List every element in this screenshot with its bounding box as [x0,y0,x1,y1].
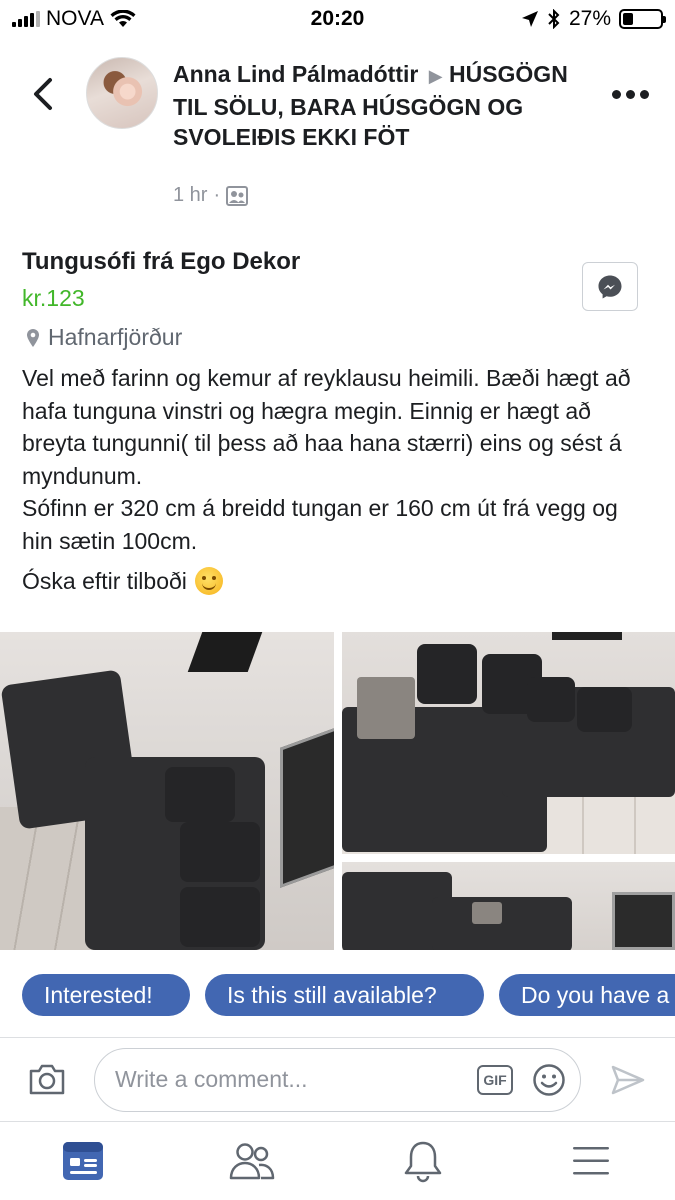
description-paragraph: Vel með farinn og kemur af reyklausu hei… [22,365,631,489]
more-dots-icon[interactable] [612,90,649,99]
bell-icon [404,1141,442,1183]
tab-news-feed[interactable] [60,1138,106,1184]
quick-reply-available[interactable]: Is this still available? [205,974,484,1016]
camera-icon[interactable] [28,1062,66,1096]
battery-percent: 27% [568,7,611,30]
tab-notifications[interactable] [400,1138,446,1184]
closing-line: Óska eftir tilboði [22,565,652,598]
friends-icon [229,1143,275,1180]
listing-photo[interactable] [0,632,334,950]
description-paragraph: Sófinn er 320 cm á breidd tungan er 160 … [22,495,618,554]
news-feed-icon [63,1142,103,1180]
chevron-left-icon[interactable] [28,76,58,112]
post-time[interactable]: 1 hr [173,184,207,207]
listing-photo[interactable] [342,862,675,950]
avatar[interactable] [86,57,158,129]
listing-location: Hafnarfjörður [26,324,182,351]
location-text[interactable]: Hafnarfjörður [48,324,182,351]
smiley-icon[interactable] [532,1063,566,1097]
message-seller-button[interactable] [582,262,638,311]
quick-reply-interested[interactable]: Interested! [22,974,190,1016]
post-header: Anna Lind Pálmadóttir ▶ HÚSGÖGN TIL SÖLU… [173,59,593,153]
location-arrow-icon [521,11,538,27]
status-bar: NOVA 20:20 27% [0,0,675,38]
divider [0,1121,675,1122]
gif-button[interactable]: GIF [477,1065,513,1095]
meta-separator: · [213,184,221,206]
group-audience-icon [226,185,249,206]
listing-description: Vel með farinn og kemur af reyklausu hei… [22,362,652,598]
battery-icon [619,9,666,29]
post-meta: 1 hr · [173,184,249,207]
quick-reply-question[interactable]: Do you have a [499,974,675,1016]
closing-text: Óska eftir tilboði [22,568,187,594]
location-pin-icon [27,328,39,347]
comment-composer[interactable]: GIF [94,1048,581,1112]
listing-title: Tungusófi frá Ego Dekor [22,248,301,275]
messenger-icon [598,275,622,298]
divider [0,1037,675,1038]
status-icons: 27% [521,7,666,31]
tab-menu[interactable] [568,1138,614,1184]
send-icon[interactable] [610,1064,646,1096]
listing-photo[interactable] [342,632,675,854]
bluetooth-icon [548,9,560,29]
author-name[interactable]: Anna Lind Pálmadóttir [173,61,418,87]
play-arrow-icon: ▶ [428,66,443,86]
smiling-emoji-icon [194,567,223,596]
hamburger-menu-icon [573,1147,609,1175]
comment-input[interactable] [115,1049,455,1110]
listing-price: kr.123 [22,285,85,311]
tab-friends[interactable] [229,1138,275,1184]
